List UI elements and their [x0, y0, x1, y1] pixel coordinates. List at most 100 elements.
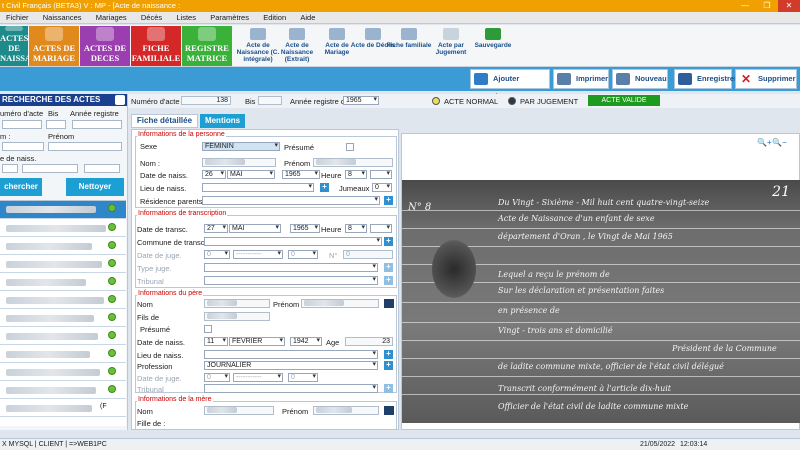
lieu-naiss-select[interactable]	[202, 183, 314, 192]
acte-bis-input[interactable]	[258, 96, 282, 105]
transc-year-select[interactable]: 1965	[290, 224, 320, 233]
prenom-input[interactable]	[313, 158, 393, 167]
list-item[interactable]	[0, 363, 126, 381]
add-profession-button[interactable]: +	[384, 361, 393, 370]
sauvegarde-button[interactable]: Sauvegarde	[470, 27, 516, 65]
pere-month-select[interactable]: FEVRIER	[229, 337, 285, 346]
list-item[interactable]	[0, 201, 126, 219]
add-tribunal-button[interactable]: +	[384, 276, 393, 285]
print-fiche-familiale-button[interactable]: Fiche familiale	[386, 27, 432, 65]
maximize-icon[interactable]: ❐	[756, 0, 778, 12]
transc-day-select[interactable]: 27	[204, 224, 228, 233]
search-nom-input[interactable]	[2, 142, 44, 151]
birth-day-select[interactable]: 26	[202, 170, 226, 179]
list-item[interactable]	[0, 327, 126, 345]
clear-button[interactable]: Nettoyer	[66, 178, 124, 196]
menu-fichier[interactable]: Fichier	[0, 12, 35, 24]
juge-year-select[interactable]: 0	[288, 250, 318, 259]
results-list[interactable]: (F	[0, 200, 126, 426]
ajouter-document-button[interactable]: Ajouter document	[470, 69, 550, 101]
juge-num-input[interactable]: 0	[343, 250, 393, 259]
zoom-in-icon[interactable]: 🔍+	[757, 138, 772, 147]
acte-year-select[interactable]: 1965	[343, 96, 379, 105]
sexe-select[interactable]: FEMININ	[202, 142, 280, 151]
birth-minute-select[interactable]	[370, 170, 392, 179]
radio-jugement[interactable]	[508, 97, 516, 105]
pere-tribunal-select[interactable]	[204, 384, 378, 393]
pere-juge-month-select[interactable]: -----------	[233, 373, 283, 382]
imprimer-button[interactable]: Imprimer	[553, 69, 609, 89]
list-item[interactable]	[0, 255, 126, 273]
add-type-button[interactable]: +	[384, 263, 393, 272]
list-item[interactable]	[0, 291, 126, 309]
add-residence-button[interactable]: +	[384, 196, 393, 205]
close-icon[interactable]: ✕	[778, 0, 800, 12]
list-item[interactable]	[0, 381, 126, 399]
acte-par-jugement-button[interactable]: Acte par Jugement	[428, 27, 474, 65]
add-lieu-button[interactable]: +	[320, 183, 329, 192]
transc-minute-select[interactable]	[370, 224, 392, 233]
mere-prenom-input[interactable]	[313, 406, 379, 415]
search-num-input[interactable]	[2, 120, 42, 129]
list-item[interactable]	[0, 237, 126, 255]
birth-year-select[interactable]: 1965	[282, 170, 320, 179]
supprimer-button[interactable]: ✕ Supprimer	[735, 69, 797, 89]
tab-mentions[interactable]: Mentions	[200, 114, 245, 128]
list-item[interactable]: (F	[0, 399, 126, 417]
add-pere-tribunal-button[interactable]: +	[384, 384, 393, 393]
pere-presume-checkbox[interactable]	[204, 325, 212, 333]
minimize-icon[interactable]: —	[734, 0, 756, 12]
zoom-out-icon[interactable]: 🔍−	[772, 138, 787, 147]
add-commune-button[interactable]: +	[384, 237, 393, 246]
menu-parametres[interactable]: Paramètres	[204, 12, 255, 24]
menu-list-icon[interactable]	[384, 406, 394, 415]
list-item[interactable]	[0, 309, 126, 327]
transc-hour-select[interactable]: 8	[345, 224, 367, 233]
tribunal-select[interactable]	[204, 276, 378, 285]
juge-day-select[interactable]: 0	[204, 250, 230, 259]
menu-mariages[interactable]: Mariages	[90, 12, 133, 24]
search-month-select[interactable]	[22, 164, 78, 173]
menu-list-icon[interactable]	[384, 299, 394, 308]
birth-month-select[interactable]: MAI	[227, 170, 275, 179]
tile-registre-matrice[interactable]: REGISTRE MATRICE	[182, 26, 232, 66]
age-input[interactable]: 23	[345, 337, 393, 346]
search-year2-select[interactable]	[84, 164, 120, 173]
profession-select[interactable]: JOURNALIER	[204, 361, 378, 370]
acte-num-input[interactable]: 138	[181, 96, 231, 105]
presume-checkbox[interactable]	[346, 143, 354, 151]
search-prenom-input[interactable]	[48, 142, 122, 151]
add-pere-lieu-button[interactable]: +	[384, 350, 393, 359]
pere-lieu-select[interactable]	[204, 350, 378, 359]
pere-day-select[interactable]: 11	[204, 337, 228, 346]
pere-juge-year-select[interactable]: 0	[288, 373, 318, 382]
list-item[interactable]	[0, 219, 126, 237]
list-item[interactable]	[0, 273, 126, 291]
tile-actes-mariage[interactable]: ACTES DE MARIAGE	[29, 26, 79, 66]
pere-prenom-input[interactable]	[301, 299, 379, 308]
transc-month-select[interactable]: MAI	[229, 224, 281, 233]
jumeaux-select[interactable]: 0	[372, 183, 392, 192]
enregistrer-button[interactable]: Enregistrer	[674, 69, 737, 89]
refresh-icon[interactable]	[115, 95, 125, 105]
menu-aide[interactable]: Aide	[294, 12, 321, 24]
fils-de-input[interactable]	[204, 312, 270, 321]
tab-fiche-detaillee[interactable]: Fiche détaillée	[131, 114, 198, 128]
birth-hour-select[interactable]: 8	[345, 170, 367, 179]
search-button[interactable]: chercher	[0, 178, 42, 196]
menu-deces[interactable]: Décès	[135, 12, 168, 24]
pere-year-select[interactable]: 1942	[290, 337, 322, 346]
menu-listes[interactable]: Listes	[170, 12, 202, 24]
tile-actes-naissance[interactable]: ACTES DE NAISSANCE	[0, 26, 49, 66]
tile-actes-deces[interactable]: ACTES DE DECES	[80, 26, 130, 66]
commune-select[interactable]	[204, 237, 382, 246]
type-juge-select[interactable]	[204, 263, 378, 272]
search-bis-input[interactable]	[46, 120, 66, 129]
search-year-select[interactable]	[72, 120, 122, 129]
tile-fiche-familiale[interactable]: FICHE FAMILIALE	[131, 26, 181, 66]
list-item[interactable]	[0, 345, 126, 363]
search-day-select[interactable]	[2, 164, 18, 173]
nom-input[interactable]	[202, 158, 276, 167]
menu-naissances[interactable]: Naissances	[37, 12, 88, 24]
juge-month-select[interactable]: -----------	[233, 250, 283, 259]
